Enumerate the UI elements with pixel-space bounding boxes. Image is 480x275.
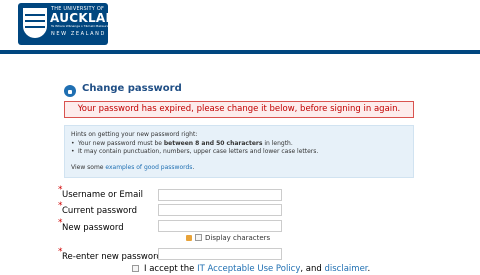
accept-checkbox[interactable] [132,265,139,272]
examples-link[interactable]: examples of good passwords [105,164,192,171]
page-title: Change password [82,83,182,94]
hint-length-bold: between 8 and 50 characters [163,140,263,147]
hint-length-post: in length. [262,140,293,147]
hint-length-pre: Your new password must be [78,140,164,147]
hints-title: Hints on getting your new password right… [71,131,198,138]
username-input[interactable] [158,189,282,201]
logo-line3: Te Whare Wānanga o Tāmaki Makaurau [51,24,111,28]
accept-post: . [367,264,371,274]
reenter-password-label: Re-enter new password [62,252,162,262]
hints-box: Hints on getting your new password right… [64,125,414,178]
hint-length: Your new password must be between 8 and … [71,140,318,148]
new-password-label: New password [62,223,124,233]
university-logo[interactable]: THE UNIVERSITY OF AUCKLAND Te Whare Wāna… [18,3,126,45]
lock-icon [64,85,76,97]
error-message: Your password has expired, please change… [64,101,414,118]
acceptable-use-policy-link[interactable]: IT Acceptable Use Policy [197,264,300,274]
current-password-input[interactable] [158,204,282,216]
display-characters-checkbox[interactable] [195,234,202,241]
disclaimer-link[interactable]: disclaimer [325,264,368,274]
accept-mid: , and [300,264,325,274]
username-label: Username or Email [62,190,144,200]
current-password-label: Current password [62,206,137,216]
key-icon [186,235,192,241]
accept-pre: I accept the [144,264,198,274]
examples-post: . [192,164,195,171]
logo-line2: AUCKLAND [50,11,127,25]
examples-pre: View some [71,164,106,171]
new-password-input[interactable] [158,220,282,232]
site-header: THE UNIVERSITY OF AUCKLAND Te Whare Wāna… [0,0,480,50]
display-characters-label: Display characters [205,234,271,242]
accept-text: I accept the IT Acceptable Use Policy, a… [144,264,370,274]
hints-list: Your new password must be between 8 and … [71,140,318,156]
crest-icon [23,8,47,38]
reenter-password-input[interactable] [158,248,282,260]
examples-line: View some examples of good passwords. [71,164,194,171]
header-band [0,50,480,54]
logo-line4: NEW ZEALAND [51,31,106,37]
hint-characters: It may contain punctuation, numbers, upp… [71,148,318,156]
